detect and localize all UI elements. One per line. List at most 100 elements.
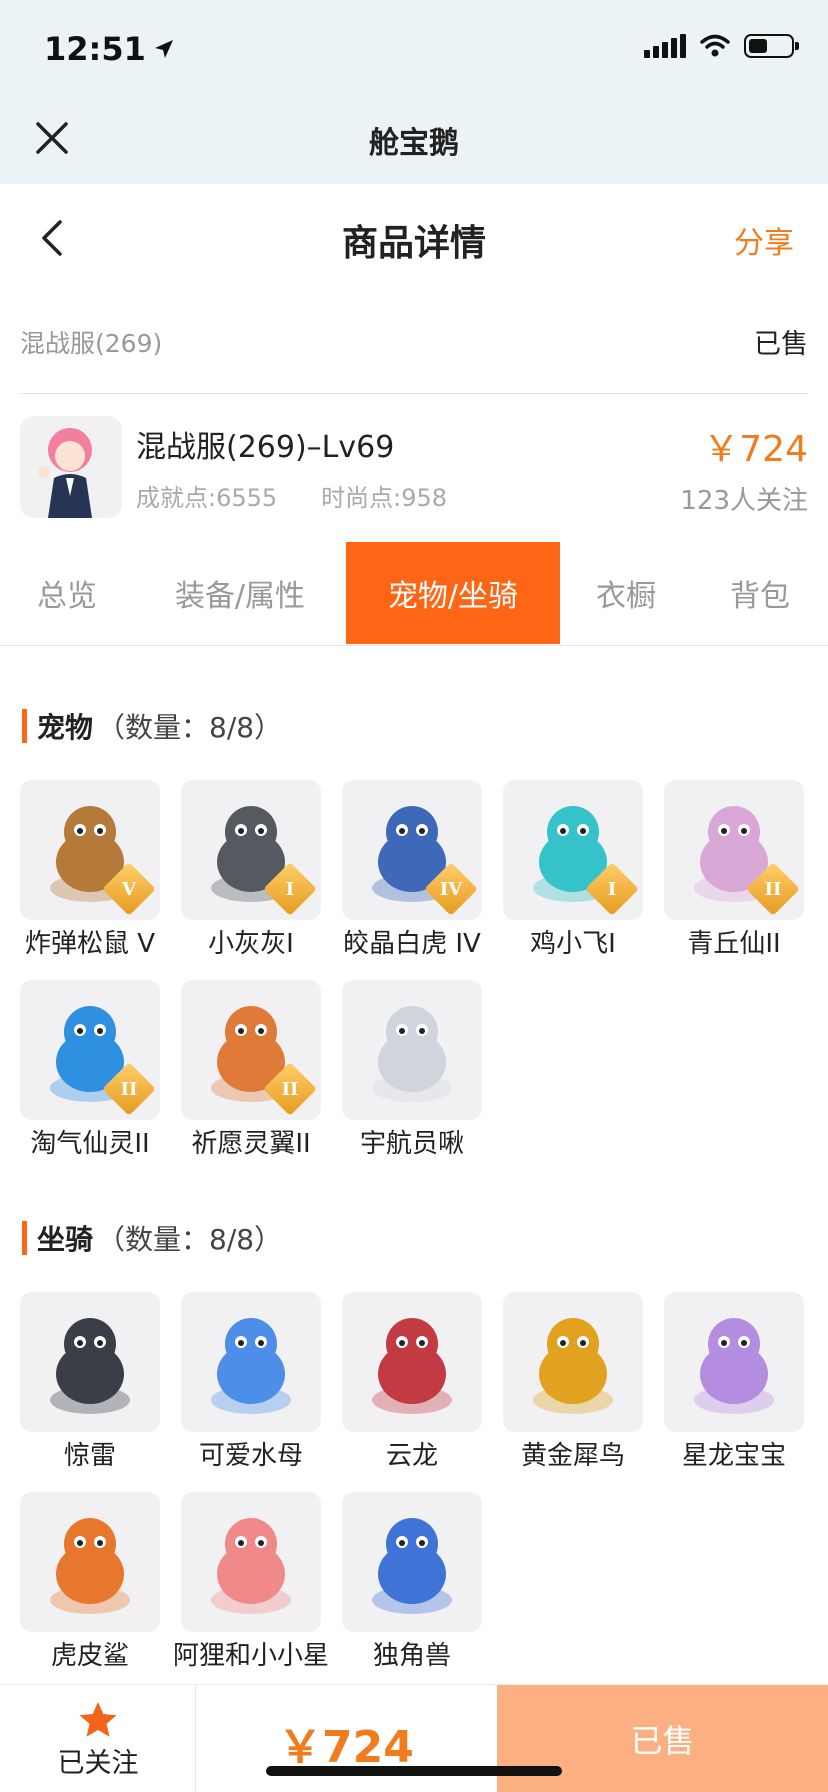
pet-image: II (20, 980, 160, 1120)
pet-item[interactable]: I 鸡小飞I (503, 780, 643, 976)
section-marker (22, 709, 27, 743)
pet-item[interactable]: II 淘气仙灵II (20, 980, 160, 1176)
mounts-count: （数量：8/8） (97, 1223, 283, 1256)
home-indicator (266, 1766, 562, 1776)
pet-image: V (20, 780, 160, 920)
location-arrow-icon (154, 40, 173, 58)
pets-count: （数量：8/8） (97, 711, 283, 744)
mounts-title: 坐骑 (37, 1223, 94, 1256)
miniprogram-title: 舱宝鹅 (369, 126, 459, 161)
tier-badge-label: II (764, 878, 782, 900)
mount-name: 黄金犀鸟 (520, 1441, 625, 1471)
mount-image (20, 1492, 160, 1632)
follower-count: 123人关注 (680, 486, 808, 516)
mount-name: 阿狸和小小星 (172, 1641, 329, 1671)
mount-image (503, 1292, 643, 1432)
tier-badge: V (102, 862, 156, 916)
tab-overview[interactable]: 总览 (0, 542, 134, 644)
pet-image: II (181, 980, 321, 1120)
wifi-icon (700, 34, 730, 57)
pet-item[interactable]: V 炸弹松鼠 V (20, 780, 160, 976)
tier-badge: IV (424, 862, 478, 916)
product-title: 混战服(269)–Lv69 (136, 430, 395, 465)
server-row: 混战服(269) 已售 (20, 318, 808, 394)
mount-item[interactable]: 可爱水母 (181, 1292, 321, 1488)
pet-item[interactable]: II 青丘仙II (664, 780, 804, 976)
follow-label: 已关注 (57, 1748, 139, 1779)
pet-item[interactable]: 宇航员啾 (342, 980, 482, 1176)
achievement-points: 成就点:6555 (136, 484, 278, 512)
tier-badge-label: I (607, 878, 617, 900)
tab-backpack[interactable]: 背包 (692, 542, 828, 644)
share-button[interactable]: 分享 (734, 218, 794, 262)
status-icons (644, 34, 799, 58)
tier-badge: I (585, 862, 639, 916)
tier-badge: II (746, 862, 800, 916)
tier-badge-label: II (120, 1078, 138, 1100)
detail-tabs: 总览 装备/属性 宠物/坐骑 衣橱 背包 (0, 542, 828, 646)
mount-image (342, 1292, 482, 1432)
mount-item[interactable]: 黄金犀鸟 (503, 1292, 643, 1488)
mount-image (20, 1292, 160, 1432)
mount-item[interactable]: 云龙 (342, 1292, 482, 1488)
pet-item[interactable]: IV 皎晶白虎 IV (342, 780, 482, 976)
mount-image (342, 1492, 482, 1632)
pet-item[interactable]: II 祈愿灵翼II (181, 980, 321, 1176)
pet-image: I (503, 780, 643, 920)
mount-item[interactable]: 星龙宝宝 (664, 1292, 804, 1488)
mount-item[interactable]: 独角兽 (342, 1492, 482, 1688)
tab-wardrobe[interactable]: 衣橱 (560, 542, 692, 644)
product-price: ￥724 (703, 429, 808, 470)
mounts-section-header: 坐骑 （数量：8/8） (22, 1218, 282, 1258)
pet-name: 小灰灰I (208, 929, 294, 959)
mount-item[interactable]: 虎皮鲨 (20, 1492, 160, 1688)
signal-icon (644, 34, 686, 58)
top-bar: 12:51 舱宝鹅 (0, 0, 828, 184)
mount-item[interactable]: 阿狸和小小星 (173, 1492, 329, 1688)
tier-badge: II (102, 1062, 156, 1116)
mount-image (181, 1292, 321, 1432)
product-summary[interactable]: 混战服(269)–Lv69 成就点:6555 时尚点:958 ￥724 123人… (20, 416, 808, 520)
pet-name: 皎晶白虎 IV (343, 929, 481, 959)
battery-icon (744, 34, 799, 58)
pet-image: IV (342, 780, 482, 920)
character-avatar (20, 416, 122, 518)
mount-name: 虎皮鲨 (50, 1641, 129, 1671)
mount-name: 可爱水母 (198, 1441, 303, 1471)
product-stats: 成就点:6555 时尚点:958 (136, 478, 447, 513)
pet-name: 鸡小飞I (530, 929, 616, 959)
tier-badge-label: V (122, 878, 136, 900)
mount-image (181, 1492, 321, 1632)
status-time: 12:51 (44, 30, 176, 68)
pet-name: 青丘仙II (687, 929, 781, 959)
section-marker (22, 1221, 27, 1255)
pet-name: 宇航员啾 (359, 1129, 464, 1159)
tier-badge-label: IV (439, 878, 463, 900)
pet-name: 淘气仙灵II (30, 1129, 150, 1159)
pet-image: I (181, 780, 321, 920)
page-title: 商品详情 (341, 223, 486, 264)
tier-badge: I (263, 862, 317, 916)
fashion-points: 时尚点:958 (321, 484, 448, 512)
server-name: 混战服(269) (20, 329, 163, 358)
mount-image (664, 1292, 804, 1432)
pet-name: 祈愿灵翼II (191, 1129, 311, 1159)
star-icon (79, 1702, 117, 1737)
tab-equipment[interactable]: 装备/属性 (134, 542, 346, 644)
tier-badge: II (263, 1062, 317, 1116)
mount-item[interactable]: 惊雷 (20, 1292, 160, 1488)
mount-name: 星龙宝宝 (681, 1441, 786, 1471)
mount-name: 云龙 (385, 1441, 438, 1471)
sale-status: 已售 (754, 329, 808, 360)
pet-name: 炸弹松鼠 V (24, 929, 156, 959)
tier-badge-label: II (281, 1078, 299, 1100)
pets-title: 宠物 (37, 711, 94, 744)
tier-badge-label: I (285, 878, 295, 900)
follow-button[interactable]: 已关注 (0, 1685, 196, 1792)
pet-image: II (664, 780, 804, 920)
pet-item[interactable]: I 小灰灰I (181, 780, 321, 976)
pets-section-header: 宠物 （数量：8/8） (22, 706, 282, 746)
tab-pets-mounts[interactable]: 宠物/坐骑 (346, 542, 560, 644)
mount-name: 独角兽 (372, 1641, 451, 1671)
page-header: 商品详情 分享 (0, 184, 828, 292)
